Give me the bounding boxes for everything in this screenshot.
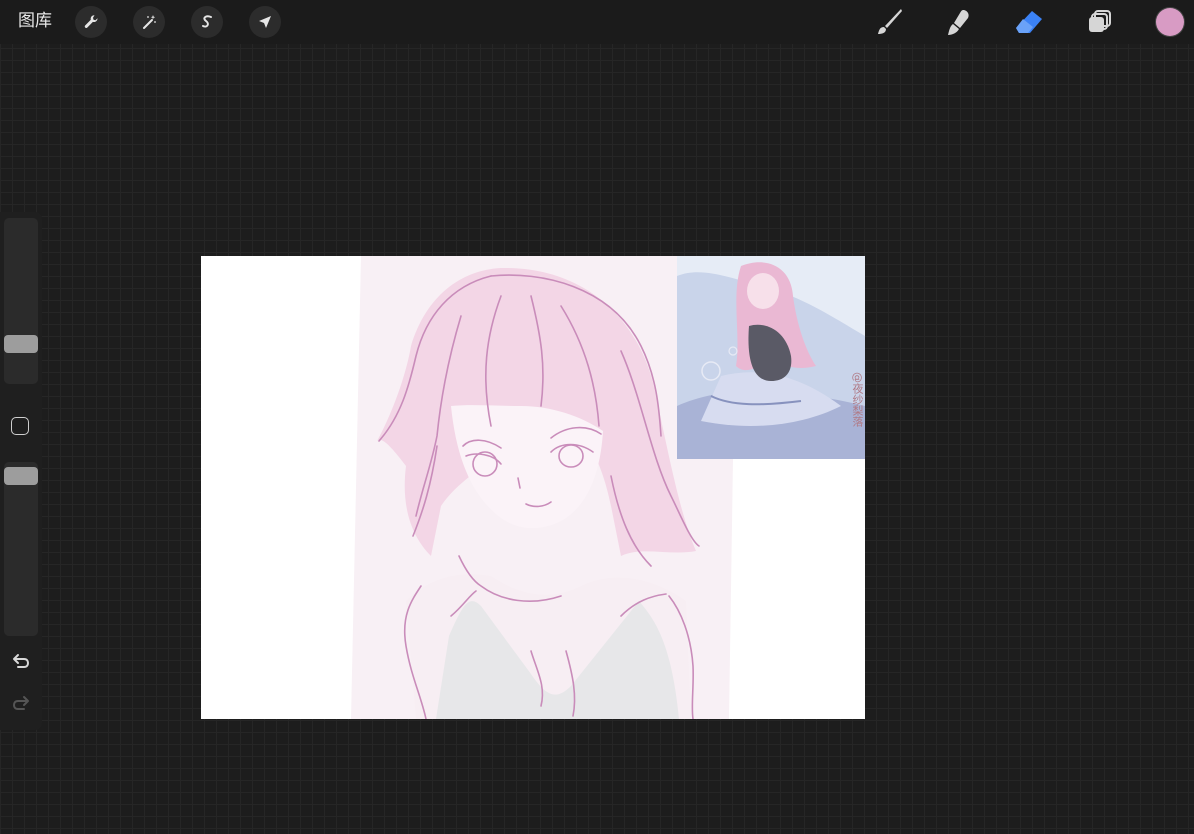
artwork-drawing	[351, 256, 865, 719]
left-sidebar	[0, 212, 42, 730]
selection-button[interactable]	[191, 6, 223, 38]
eraser-tool-button[interactable]	[1012, 5, 1046, 39]
drawing-canvas[interactable]: @夜纱梨落	[201, 256, 865, 719]
brush-icon	[878, 9, 902, 34]
transform-arrow-icon	[259, 16, 271, 28]
undo-button[interactable]	[9, 650, 33, 674]
modify-button[interactable]	[11, 417, 29, 435]
brush-tool-button[interactable]	[872, 5, 906, 39]
smudge-icon	[948, 10, 969, 35]
layers-icon	[1089, 10, 1111, 32]
reference-image	[677, 256, 865, 459]
brush-size-slider[interactable]	[4, 218, 38, 384]
gallery-button[interactable]: 图库	[18, 10, 52, 32]
top-toolbar: 图库	[0, 0, 1194, 44]
opacity-thumb[interactable]	[4, 467, 38, 485]
eraser-icon	[1016, 11, 1042, 33]
wrench-icon	[84, 15, 98, 29]
magic-wand-icon	[143, 15, 156, 29]
transform-button[interactable]	[249, 6, 281, 38]
actions-button[interactable]	[75, 6, 107, 38]
smudge-tool-button[interactable]	[942, 5, 976, 39]
selection-icon	[202, 15, 212, 28]
watermark-text: @夜纱梨落	[851, 372, 864, 427]
color-picker-button[interactable]	[1156, 8, 1184, 36]
redo-button[interactable]	[9, 692, 33, 716]
adjustments-button[interactable]	[133, 6, 165, 38]
opacity-slider[interactable]	[4, 462, 38, 636]
brush-size-thumb[interactable]	[4, 335, 38, 353]
redo-icon	[12, 696, 29, 710]
undo-icon	[13, 654, 30, 668]
layers-button[interactable]	[1083, 5, 1117, 39]
